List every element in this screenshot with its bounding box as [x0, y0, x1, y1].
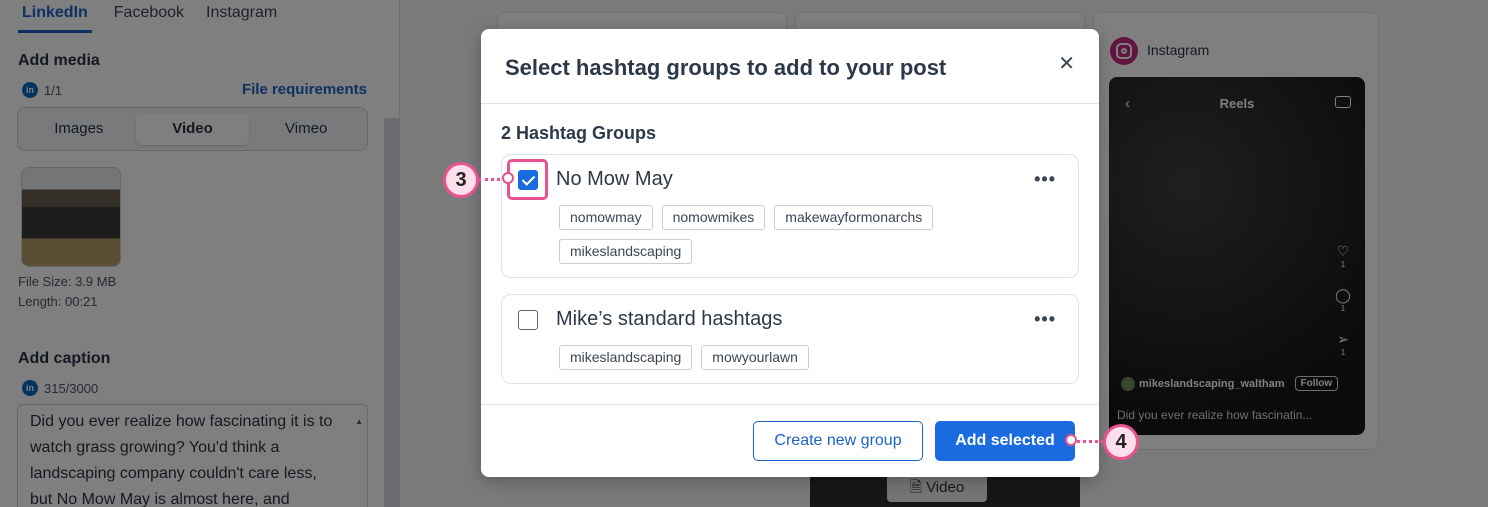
hashtag-chip: nomowmay — [559, 205, 653, 230]
more-options-icon[interactable]: ••• — [1034, 309, 1056, 330]
create-new-group-button[interactable]: Create new group — [753, 421, 923, 461]
group-tags: nomowmay nomowmikes makewayformonarchs m… — [559, 205, 1059, 264]
groups-count: 2 Hashtag Groups — [501, 123, 657, 143]
modal-footer: Create new group Add selected — [481, 404, 1099, 477]
hashtag-chip: mikeslandscaping — [559, 239, 693, 264]
group-name: No Mow May — [556, 168, 673, 190]
hashtag-chip: makewayformonarchs — [774, 205, 934, 230]
group-tags: mikeslandscaping mowyourlawn — [559, 345, 1059, 370]
hashtag-group: Mike’s standard hashtags ••• mikeslandsc… — [501, 294, 1079, 384]
hashtag-chip: mowyourlawn — [701, 345, 809, 370]
group-checkbox[interactable] — [518, 310, 538, 330]
hashtag-group: No Mow May ••• nomowmay nomowmikes makew… — [501, 154, 1079, 278]
modal-header: Select hashtag groups to add to your pos… — [481, 29, 1099, 104]
modal-title: Select hashtag groups to add to your pos… — [505, 55, 947, 80]
close-icon[interactable]: ✕ — [1058, 51, 1075, 76]
group-name: Mike’s standard hashtags — [556, 308, 783, 330]
more-options-icon[interactable]: ••• — [1034, 169, 1056, 190]
callout-anchor — [1065, 434, 1077, 446]
hashtag-groups-modal: Select hashtag groups to add to your pos… — [481, 29, 1099, 477]
callout-step-4: 4 — [1103, 424, 1139, 460]
add-selected-button[interactable]: Add selected — [935, 421, 1075, 461]
callout-anchor — [502, 172, 514, 184]
callout-step-3: 3 — [443, 162, 479, 198]
hashtag-chip: nomowmikes — [661, 205, 766, 230]
hashtag-chip: mikeslandscaping — [559, 345, 693, 370]
